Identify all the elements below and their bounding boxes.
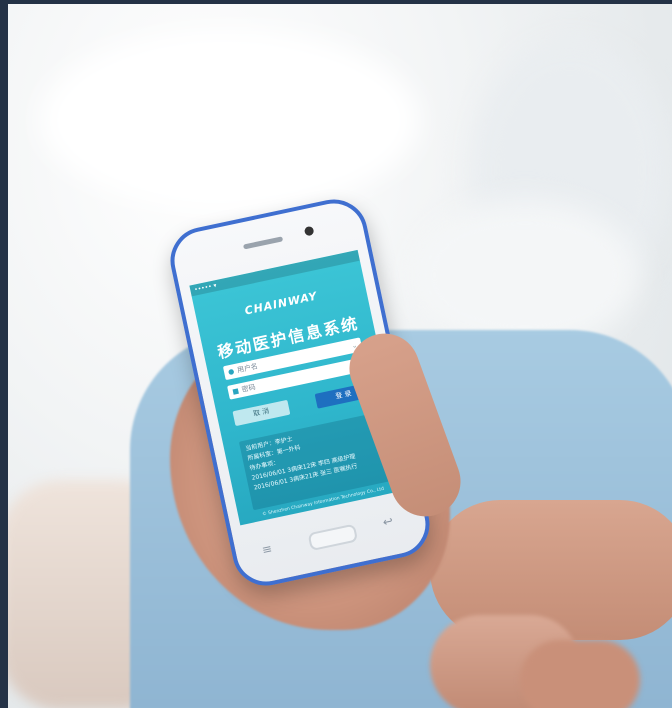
bg-blur-top: [40, 30, 420, 210]
background-photo: ••••• ▾ CHAINWAY 移动医护信息系统 ●用户名 ⌄ ■密码 ◉ 取…: [0, 0, 672, 708]
cancel-button[interactable]: 取 消: [232, 399, 291, 427]
username-placeholder: 用户名: [236, 362, 259, 375]
bg-blur-mid: [410, 200, 640, 350]
frame-edge-left: [0, 0, 8, 708]
password-placeholder: 密码: [241, 383, 257, 394]
frame-edge-top: [0, 0, 672, 4]
lock-icon: ■: [231, 386, 240, 396]
resting-hand-fingers: [520, 640, 640, 708]
user-icon: ●: [227, 367, 236, 377]
